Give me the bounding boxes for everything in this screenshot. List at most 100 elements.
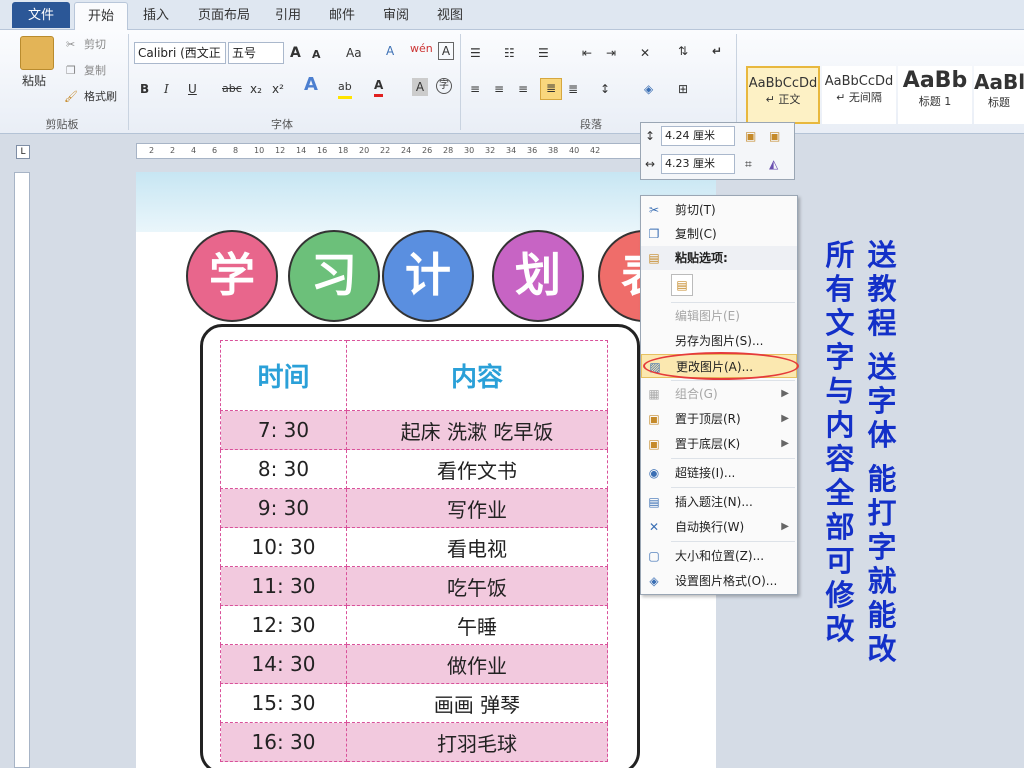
style-sample: AaBbCcDd [748,76,818,91]
promo-text-right: 送教程 送字体 能打字就能改 [867,238,897,666]
style-heading-1[interactable]: AaBb 标题 1 [898,66,972,124]
menu-format-picture[interactable]: ◈ 设置图片格式(O)... [641,569,797,593]
ruler-mark: 20 [359,146,370,155]
time-cell: 15: 30 [220,683,347,723]
time-cell: 7: 30 [220,410,347,450]
align-right-icon[interactable]: ≡ [518,80,528,98]
table-row: 7: 30 起床 洗漱 吃早饭 [220,410,608,450]
title-char: 计 [382,230,474,322]
font-color-button[interactable]: A [374,76,384,97]
group-icon: ▦ [648,387,660,401]
paste-button[interactable]: 粘贴 [22,72,46,90]
chinese-layout-icon[interactable]: ✕ [640,44,650,62]
ruler-mark: 14 [296,146,307,155]
horizontal-ruler[interactable]: 2 2 4 6 8 10 12 14 16 18 20 22 24 26 28 30 32 34 36 38 40 42 [136,143,716,159]
time-cell: 12: 30 [220,605,347,645]
rotate-icon[interactable]: ◭ [769,155,778,173]
superscript-button[interactable]: x² [272,80,284,98]
align-center-icon[interactable]: ≡ [494,80,504,98]
copy-icon[interactable]: ❐ [66,62,76,80]
promo-text-left: 所有文字与内容全部可修改 [825,238,855,646]
line-spacing-icon[interactable]: ↕ [600,80,610,98]
tab-insert[interactable]: 插入 [138,2,174,29]
italic-button[interactable]: I [164,80,169,98]
menu-cut[interactable]: ✂ 剪切(T) [641,198,797,222]
width-icon: ↔ [645,157,656,171]
tab-file[interactable]: 文件 [12,2,70,28]
menu-size-position[interactable]: ▢ 大小和位置(Z)... [641,544,797,568]
sort-icon[interactable]: ⇅ [678,42,688,60]
grow-font-button[interactable]: A [290,44,301,62]
show-marks-icon[interactable]: ↵ [712,42,722,60]
content-cell: 午睡 [346,605,608,645]
header-time: 时间 [220,340,347,411]
text-effects-button[interactable]: A [304,76,318,94]
cut-button[interactable]: 剪切 [84,36,106,54]
content-cell: 写作业 [346,488,608,528]
style-normal[interactable]: AaBbCcDd ↵ 正文 [746,66,820,124]
enclose-char-button[interactable]: 字 [436,78,452,94]
format-picture-icon: ◈ [649,574,659,588]
menu-copy[interactable]: ❐ 复制(C) [641,222,797,246]
justify-icon[interactable]: ≣ [540,78,562,100]
menu-wrap-text[interactable]: ✕ 自动换行(W) ▶ [641,515,797,539]
clear-format-button[interactable]: A [386,42,394,60]
menu-bring-to-front[interactable]: ▣ 置于顶层(R) ▶ [641,407,797,431]
height-input[interactable]: 4.24 厘米 [661,126,735,146]
font-name-input[interactable]: Calibri (西文正 [134,42,226,64]
cut-icon[interactable]: ✂ [66,36,75,54]
document-page[interactable]: 学 习 计 划 表 时间内容 7: 30起床 洗漱 吃早饭8: 30看作文书9:… [136,172,716,768]
ruler-mark: 16 [317,146,328,155]
shrink-font-button[interactable]: A [312,46,321,64]
distributed-icon[interactable]: ≣ [568,80,578,98]
style-no-spacing[interactable]: AaBbCcDd ↵ 无间隔 [822,66,896,124]
phonetic-guide-button[interactable]: wén [410,40,433,58]
change-case-button[interactable]: Aa [346,44,362,62]
menu-insert-caption[interactable]: ▤ 插入题注(N)... [641,490,797,514]
crop-icon[interactable]: ⌗ [745,155,752,173]
tab-view[interactable]: 视图 [432,2,468,29]
ruler-mark: 28 [443,146,454,155]
char-border-button[interactable]: A [438,42,454,60]
table-row: 8: 30 看作文书 [220,449,608,489]
content-cell: 吃午饭 [346,566,608,606]
ruler-mark: 32 [485,146,496,155]
tab-review[interactable]: 审阅 [378,2,414,29]
menu-hyperlink[interactable]: ◉ 超链接(I)... [641,461,797,485]
decrease-indent-icon[interactable]: ⇤ [582,44,592,62]
format-painter-button[interactable]: 格式刷 [84,88,117,106]
menu-send-to-back[interactable]: ▣ 置于底层(K) ▶ [641,432,797,456]
table-row: 15: 30 画画 弹琴 [220,683,608,723]
align-left-icon[interactable]: ≡ [470,80,480,98]
multilevel-list-icon[interactable]: ☰ [538,44,549,62]
copy-button[interactable]: 复制 [84,62,106,80]
width-input[interactable]: 4.23 厘米 [661,154,735,174]
bold-button[interactable]: B [140,80,149,98]
style-heading[interactable]: AaBl 标题 [974,66,1024,124]
shading-icon[interactable]: ◈ [644,80,653,98]
send-backward-icon[interactable]: ▣ [769,127,780,145]
tab-mailings[interactable]: 邮件 [324,2,360,29]
paste-keep-source-icon[interactable]: ▤ [671,274,693,296]
format-painter-icon[interactable]: 🖌 [64,88,78,106]
borders-icon[interactable]: ⊞ [678,80,688,98]
tab-home[interactable]: 开始 [74,2,128,30]
bullets-icon[interactable]: ☰ [470,44,481,62]
subscript-button[interactable]: x₂ [250,80,262,98]
time-cell: 10: 30 [220,527,347,567]
tab-references[interactable]: 引用 [270,2,306,29]
strikethrough-button[interactable]: abc [222,80,242,98]
font-size-input[interactable]: 五号 [228,42,284,64]
tab-selector[interactable]: L [16,145,30,159]
increase-indent-icon[interactable]: ⇥ [606,44,616,62]
char-shading-button[interactable]: A [412,78,428,96]
tab-page-layout[interactable]: 页面布局 [192,2,256,29]
underline-button[interactable]: U [188,80,197,98]
caption-icon: ▤ [648,495,660,509]
numbering-icon[interactable]: ☷ [504,44,515,62]
bring-forward-icon[interactable]: ▣ [745,127,756,145]
vertical-ruler[interactable] [14,172,30,768]
menu-save-as-picture[interactable]: 另存为图片(S)... [641,329,797,353]
highlight-button[interactable]: ab [338,78,352,99]
paste-icon[interactable] [20,36,54,70]
